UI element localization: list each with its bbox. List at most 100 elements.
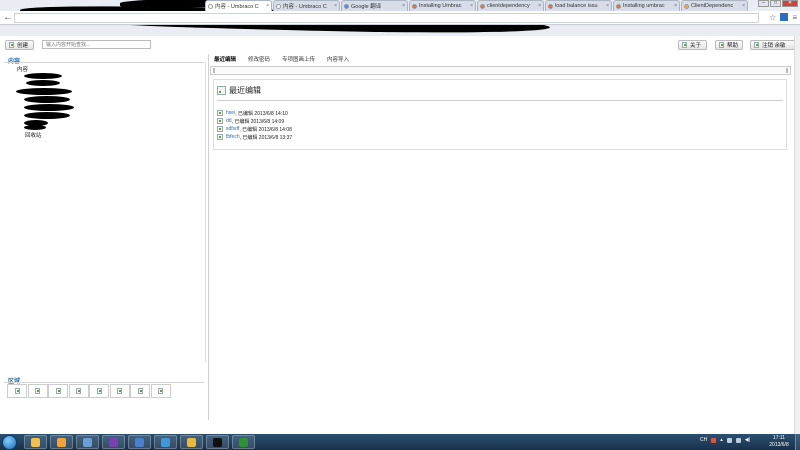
create-button[interactable]: 创建 — [5, 40, 34, 50]
edit-timestamp: , 已编辑 2013/6/8 14:09 — [231, 118, 285, 125]
broken-image-icon — [217, 126, 223, 132]
volume-icon[interactable]: ◀) — [745, 437, 751, 443]
browser-tab[interactable]: load balance issu × — [545, 0, 612, 11]
edited-item-link[interactable]: fbfech — [226, 134, 240, 140]
redaction-mark — [24, 96, 70, 103]
dashboard-tabs: 最近编辑 修改密码 专项图画上传 内容导入 — [214, 55, 349, 63]
about-button[interactable]: 关于 — [678, 40, 707, 50]
dashboard-tab[interactable]: 最近编辑 — [214, 55, 236, 63]
section-button[interactable] — [7, 384, 27, 398]
chrome-icon — [187, 437, 196, 447]
dashboard-tab[interactable]: 修改密码 — [248, 55, 270, 63]
close-icon[interactable]: × — [332, 3, 337, 9]
broken-image-icon — [137, 388, 143, 394]
menu-icon[interactable]: ≡ — [792, 13, 797, 22]
browser-tab-title: Google 翻译 — [351, 4, 382, 10]
logout-button[interactable]: 注销 余敏 — [750, 40, 795, 50]
broken-image-icon — [158, 388, 163, 394]
taskbar-app-cmd[interactable] — [206, 435, 229, 449]
tab-strip: 内容 - Umbraco C × 内容 - Umbraco C × Google 翻译 ×… — [205, 0, 749, 11]
taskbar-app-app6[interactable] — [154, 435, 177, 449]
search-input[interactable] — [42, 40, 151, 49]
redaction-mark — [24, 104, 74, 111]
maximize-button[interactable]: □ — [770, 0, 781, 7]
taskbar-app-explorer[interactable] — [24, 435, 47, 449]
dashboard-tab[interactable]: 专项图画上传 — [282, 55, 315, 63]
edited-item-link[interactable]: hsei — [226, 110, 235, 116]
panel-separator — [208, 54, 209, 420]
edited-item-link[interactable]: sdfsdf — [226, 126, 239, 132]
favicon-icon — [616, 3, 621, 9]
section-button[interactable] — [48, 384, 68, 398]
taskbar-app-visual-studio[interactable] — [102, 435, 125, 449]
section-button[interactable] — [89, 384, 109, 398]
tree-recycle-bin[interactable]: 回收站 — [25, 131, 42, 139]
browser-tab-title: load balance issu — [555, 3, 598, 9]
broken-image-icon — [14, 388, 20, 394]
broken-image-icon — [117, 388, 122, 394]
favicon-icon — [208, 3, 213, 9]
cmd-icon — [213, 437, 222, 447]
broken-image-icon — [96, 388, 102, 394]
taskbar-app-outlook[interactable] — [50, 435, 73, 449]
close-icon[interactable]: × — [264, 3, 269, 9]
redaction-mark — [24, 112, 70, 119]
browser-tab[interactable]: 内容 - Umbraco C × — [273, 0, 340, 11]
app5-icon — [135, 437, 144, 447]
browser-tab[interactable]: clientdependency × — [477, 0, 544, 11]
start-button[interactable] — [2, 435, 17, 450]
section-button[interactable] — [109, 384, 130, 398]
taskbar-app-app3[interactable] — [76, 435, 99, 449]
section-button[interactable] — [27, 384, 48, 398]
browser-tab[interactable]: Installing umbrac × — [613, 0, 680, 11]
broken-image-icon — [217, 134, 223, 140]
close-icon[interactable]: × — [740, 3, 745, 9]
address-bar[interactable] — [14, 13, 759, 23]
recent-edits-title: 最近编辑 — [217, 85, 261, 96]
window-controls: – □ ✕ — [757, 0, 798, 7]
browser-tab[interactable]: 内容 - Umbraco C × — [205, 0, 272, 11]
outlook-icon — [57, 437, 66, 447]
visual-studio-icon — [109, 437, 118, 447]
clock[interactable]: 17:11 2013/6/8 — [766, 435, 792, 449]
close-icon[interactable]: × — [536, 3, 541, 9]
section-button[interactable] — [68, 384, 89, 398]
flag-icon[interactable] — [735, 437, 741, 443]
tree-root-content[interactable]: 内容 — [17, 65, 28, 73]
minimize-button[interactable]: – — [758, 0, 769, 7]
close-icon[interactable]: × — [672, 3, 677, 9]
close-icon[interactable]: × — [400, 3, 405, 9]
ime-icon[interactable] — [711, 437, 717, 443]
extension-icon[interactable] — [780, 13, 789, 21]
broken-image-icon — [217, 86, 226, 95]
section-button[interactable] — [150, 384, 171, 398]
taskbar-app-app5[interactable] — [128, 435, 151, 449]
arrow-left-icon[interactable]: ← — [3, 12, 13, 23]
browser-tab[interactable]: Installing Umbrac × — [409, 0, 476, 11]
show-desktop-button[interactable] — [795, 434, 800, 450]
chevron-up-icon[interactable]: ▴ — [720, 437, 723, 443]
close-icon[interactable]: × — [468, 3, 473, 9]
network-icon[interactable] — [726, 437, 732, 443]
close-icon[interactable]: × — [604, 3, 609, 9]
browser-toolbar: ← ☆ ≡ — [0, 11, 800, 25]
list-item: hsei, 已编辑 2013/6/8 14:10 — [217, 109, 292, 117]
star-icon[interactable]: ☆ — [769, 13, 776, 22]
app3-icon — [83, 437, 92, 447]
dashboard-tab[interactable]: 内容导入 — [327, 55, 349, 63]
browser-tab[interactable]: Google 翻译 × — [341, 0, 408, 11]
excel-icon — [239, 437, 248, 447]
browser-tab[interactable]: ClientDependenc × — [681, 0, 748, 11]
clock-date: 2013/6/8 — [769, 442, 789, 448]
language-indicator[interactable]: CH — [700, 437, 707, 443]
taskbar-apps — [24, 435, 258, 449]
taskbar-app-excel[interactable] — [232, 435, 255, 449]
section-button[interactable] — [130, 384, 150, 398]
close-window-button[interactable]: ✕ — [782, 0, 798, 7]
list-item: dd, 已编辑 2013/6/8 14:09 — [217, 117, 292, 125]
favicon-icon — [276, 3, 281, 9]
taskbar-app-chrome[interactable] — [180, 435, 203, 449]
page-scrollbar[interactable] — [794, 36, 800, 434]
help-button[interactable]: 帮助 — [715, 40, 743, 50]
broken-image-icon — [9, 42, 14, 48]
